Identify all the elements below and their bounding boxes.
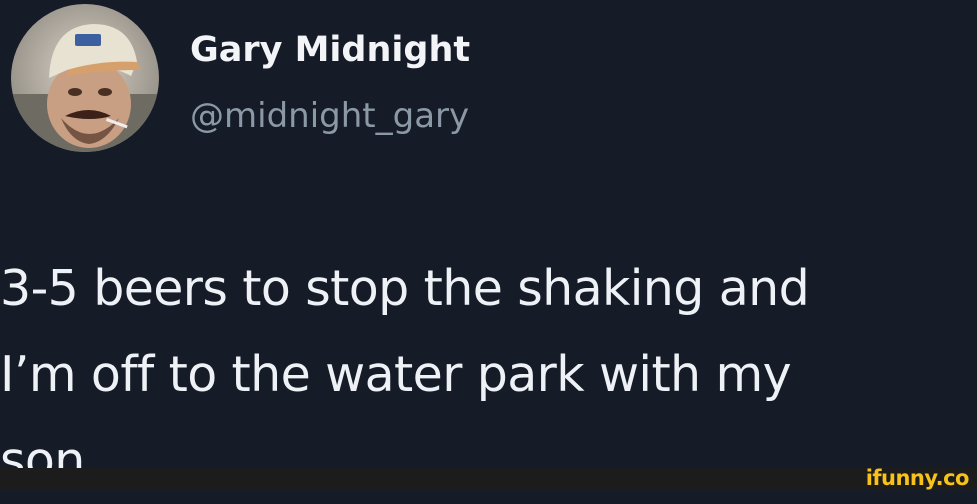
display-name[interactable]: Gary Midnight bbox=[190, 28, 470, 72]
ifunny-watermark: ifunny.co bbox=[865, 466, 970, 490]
profile-photo-icon bbox=[11, 4, 159, 152]
tweet-card: Gary Midnight @midnight_gary 3-5 beers t… bbox=[0, 0, 977, 489]
tweet-text: 3-5 beers to stop the shaking and I’m of… bbox=[0, 260, 810, 489]
footer-bar: ifunny.co bbox=[0, 466, 977, 490]
avatar[interactable] bbox=[11, 4, 159, 152]
user-handle[interactable]: @midnight_gary bbox=[190, 94, 469, 138]
